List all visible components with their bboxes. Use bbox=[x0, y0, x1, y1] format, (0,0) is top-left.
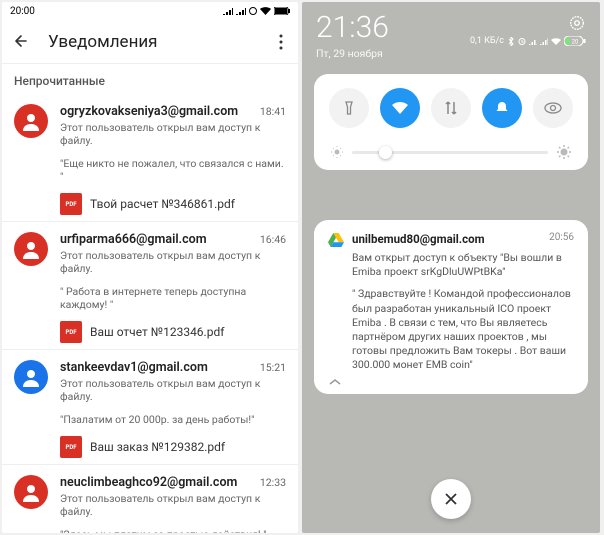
read-mode-toggle[interactable] bbox=[533, 88, 573, 128]
attachment[interactable]: PDF Ваш отчет №123346.pdf bbox=[60, 321, 286, 343]
gear-icon[interactable] bbox=[568, 14, 586, 32]
clear-all-button[interactable] bbox=[431, 479, 471, 519]
quote: "Пзалатим от 20 000р. за день работы!" bbox=[60, 413, 286, 426]
svg-text:20: 20 bbox=[572, 39, 579, 46]
message: Этот пользователь открыл вам доступ к фа… bbox=[60, 249, 286, 275]
battery-icon bbox=[274, 7, 290, 15]
notif-message: Вам открыт доступ к объекту "Вы вошли в … bbox=[352, 251, 574, 279]
mobile-data-toggle[interactable] bbox=[431, 88, 471, 128]
status-icons bbox=[223, 7, 290, 15]
signal-icon bbox=[540, 38, 548, 45]
message: Этот пользователь открыл вам доступ к фа… bbox=[60, 121, 286, 147]
avatar bbox=[14, 232, 48, 266]
timestamp: 15:21 bbox=[260, 361, 286, 374]
volte-icon bbox=[249, 7, 257, 15]
notification-list[interactable]: ogryzkovakseniya3@gmail.com 18:41 Этот пол… bbox=[2, 94, 298, 533]
timestamp: 18:41 bbox=[260, 105, 286, 118]
collapse-icon[interactable] bbox=[328, 378, 574, 386]
brightness-low-icon bbox=[330, 145, 344, 159]
bluetooth-icon bbox=[507, 37, 515, 46]
wifi-icon bbox=[551, 38, 561, 45]
signal-icon bbox=[529, 38, 537, 45]
phone-right: 21:36 Пт, 29 ноября 0,1 КБ/с 20 bbox=[302, 2, 600, 533]
signal-icon bbox=[223, 7, 233, 15]
avatar bbox=[14, 475, 48, 509]
brightness-high-icon bbox=[556, 144, 572, 160]
quote: "Здесь мы платим за простые действия! " bbox=[60, 528, 286, 533]
close-icon bbox=[444, 492, 458, 506]
lockscreen-date: Пт, 29 ноября bbox=[316, 47, 389, 60]
dnd-toggle[interactable] bbox=[482, 88, 522, 128]
phone-left: 20:00 Уведомления Непрочитанные ogryzkov… bbox=[2, 2, 298, 533]
wifi-toggle[interactable] bbox=[380, 88, 420, 128]
notif-sender: unilbemud80@gmail.com bbox=[352, 232, 541, 246]
alarm-icon bbox=[518, 37, 526, 45]
pdf-icon: PDF bbox=[60, 193, 82, 215]
notification-card[interactable]: unilbemud80@gmail.com 20:56 Вам открыт д… bbox=[314, 220, 588, 394]
sender: ogryzkovakseniya3@gmail.com bbox=[60, 104, 238, 119]
attachment[interactable]: PDF Твой расчет №346861.pdf bbox=[60, 193, 286, 215]
notification-item[interactable]: neuclimbeaghco92@gmail.com 12:33 Этот поль… bbox=[2, 465, 298, 533]
lockscreen-clock: 21:36 bbox=[316, 10, 389, 45]
filename: Ваш отчет №123346.pdf bbox=[90, 325, 224, 339]
flashlight-toggle[interactable] bbox=[329, 88, 369, 128]
filename: Твой расчет №346861.pdf bbox=[90, 197, 235, 211]
avatar bbox=[14, 104, 48, 138]
quote: "Еще никто не пожалел, что связался с на… bbox=[60, 157, 286, 183]
more-icon[interactable] bbox=[274, 34, 288, 50]
notif-quote: " Здравствуйте ! Командой профессионалов… bbox=[352, 287, 574, 372]
brightness-slider[interactable] bbox=[324, 140, 578, 160]
page-title: Уведомления bbox=[48, 32, 274, 52]
wifi-icon bbox=[260, 7, 271, 15]
timestamp: 12:33 bbox=[260, 476, 286, 489]
filename: Ваш заказ №129382.pdf bbox=[90, 440, 225, 454]
pdf-icon: PDF bbox=[60, 321, 82, 343]
attachment[interactable]: PDF Ваш заказ №129382.pdf bbox=[60, 436, 286, 458]
battery-icon: 20 bbox=[564, 36, 586, 46]
message: Этот пользователь открыл вам доступ к фа… bbox=[60, 492, 286, 518]
status-icons-right: 0,1 КБ/с 20 bbox=[470, 36, 586, 46]
back-icon[interactable] bbox=[12, 33, 30, 51]
notification-item[interactable]: ogryzkovakseniya3@gmail.com 18:41 Этот пол… bbox=[2, 94, 298, 222]
message: Этот пользователь открыл вам доступ к фа… bbox=[60, 377, 286, 403]
data-rate: 0,1 КБ/с bbox=[470, 36, 504, 46]
avatar bbox=[14, 360, 48, 394]
signal-icon bbox=[236, 7, 246, 15]
sender: stankeevdav1@gmail.com bbox=[60, 360, 208, 375]
section-label: Непрочитанные bbox=[2, 64, 298, 94]
notification-item[interactable]: urfiparma666@gmail.com 16:46 Этот пользова… bbox=[2, 222, 298, 350]
notification-item[interactable]: stankeevdav1@gmail.com 15:21 Этот пользова… bbox=[2, 350, 298, 465]
timestamp: 16:46 bbox=[260, 233, 286, 246]
statusbar-right: 21:36 Пт, 29 ноября 0,1 КБ/с 20 bbox=[302, 10, 600, 60]
sender: neuclimbeaghco92@gmail.com bbox=[60, 475, 237, 490]
header: Уведомления bbox=[2, 20, 298, 64]
statusbar-left: 20:00 bbox=[2, 2, 298, 20]
status-time: 20:00 bbox=[10, 6, 35, 17]
drive-icon bbox=[328, 233, 344, 247]
quick-settings-row bbox=[324, 88, 578, 128]
sender: urfiparma666@gmail.com bbox=[60, 232, 207, 247]
brightness-thumb[interactable] bbox=[379, 146, 392, 159]
quote: " Работа в интернете теперь доступна каж… bbox=[60, 285, 286, 311]
pdf-icon: PDF bbox=[60, 436, 82, 458]
notif-time: 20:56 bbox=[549, 232, 574, 243]
quick-settings-panel bbox=[314, 74, 588, 170]
